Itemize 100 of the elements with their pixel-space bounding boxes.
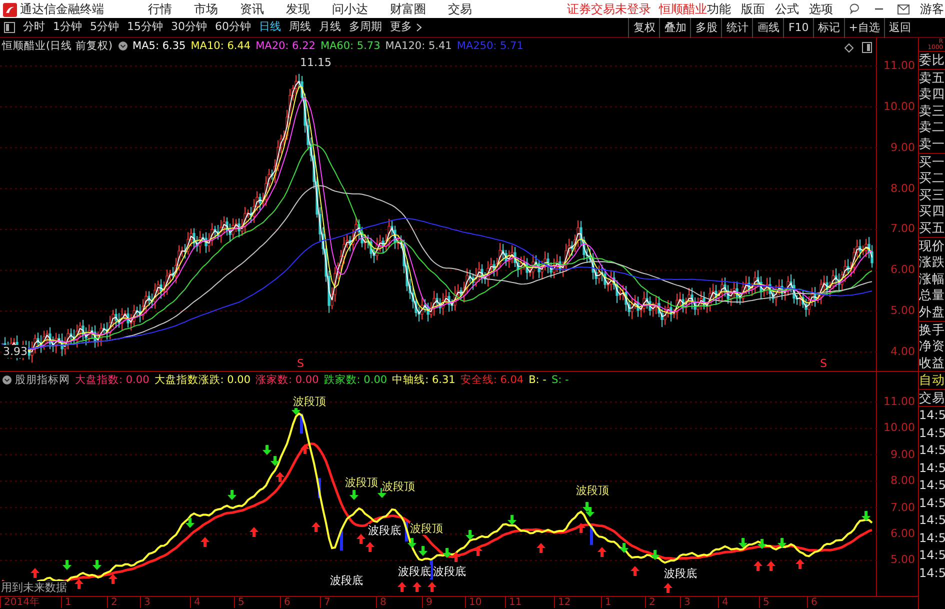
status-label[interactable]: 交易 — [919, 390, 945, 408]
period-tab[interactable]: 1分钟 — [49, 19, 86, 36]
period-tab[interactable]: 更多 — [386, 19, 416, 36]
indicator-value: 安全线: 6.04 — [460, 373, 524, 388]
toolbar-button[interactable]: F10 — [783, 18, 813, 38]
warning-label: 用到未来数据 — [1, 581, 67, 594]
low-price-label: 3.93 — [3, 345, 28, 358]
ma-value: MA60: 5.73 — [320, 39, 380, 54]
ma-value: MA120: 5.41 — [385, 39, 452, 54]
down-arrow-icon — [186, 518, 194, 528]
menu-item[interactable]: 市场 — [194, 0, 218, 18]
period-tab[interactable]: 15分钟 — [123, 19, 167, 36]
toolbar-button[interactable]: 画线 — [752, 18, 784, 38]
up-arrow-icon — [250, 527, 258, 537]
axis-label: 9.00 — [890, 142, 915, 154]
user-name[interactable]: 游客 — [920, 0, 944, 18]
date-label: 5 — [759, 597, 770, 608]
axis-label: 5.00 — [890, 554, 915, 566]
toolbar-button[interactable]: 统计 — [721, 18, 752, 38]
date-label: 2014年 — [0, 597, 40, 608]
high-price-label: 11.15 — [300, 56, 332, 69]
toolbar-button[interactable]: 标记 — [812, 18, 844, 38]
indicator-title: 股朋指标网 — [15, 373, 70, 388]
menu-item[interactable]: 问小达 — [332, 0, 368, 18]
indicator-value: 涨家数: 0.00 — [256, 373, 319, 388]
panel-icon[interactable] — [862, 42, 872, 54]
quote-field-label: 卖一 — [919, 136, 945, 153]
quote-field-label: 卖四 — [919, 86, 945, 103]
period-tab[interactable]: 多周期 — [345, 19, 386, 36]
toolbar-button[interactable]: +自选 — [844, 18, 884, 38]
down-arrow-icon — [620, 543, 628, 553]
up-arrow-icon — [108, 574, 118, 584]
toolbar-button[interactable]: 叠加 — [659, 18, 690, 38]
axis-label: 6.00 — [890, 528, 915, 540]
chevron-right-icon[interactable] — [416, 22, 422, 32]
toolbar-item[interactable]: 功能 — [707, 0, 731, 18]
period-tab[interactable]: 日线 — [255, 19, 285, 36]
trade-time: 14:5 — [919, 564, 945, 582]
trade-time: 14:5 — [919, 407, 945, 424]
toolbar-button[interactable]: 复权 — [628, 18, 660, 38]
up-arrow-icon — [300, 444, 310, 454]
menu-item[interactable]: 交易 — [448, 0, 472, 18]
date-label: 12 — [554, 597, 571, 608]
toolbar-item[interactable]: 版面 — [741, 0, 765, 18]
period-tab[interactable]: 60分钟 — [211, 19, 255, 36]
up-arrow-icon — [598, 547, 606, 557]
chat-icon[interactable] — [849, 3, 861, 15]
dropdown-icon[interactable] — [118, 41, 128, 52]
date-label: 7 — [320, 597, 330, 608]
down-arrow-icon — [62, 560, 72, 570]
wave-bottom-label: 波段底 — [330, 574, 363, 587]
date-label: 11 — [505, 597, 522, 608]
up-arrow-icon — [474, 546, 482, 556]
indicator-value: 大盘指数涨跌: 0.00 — [154, 373, 251, 388]
quote-field-label: 外盘 — [919, 304, 945, 320]
trade-time: 14:5 — [919, 460, 945, 477]
down-arrow-icon — [350, 490, 358, 500]
toolbar-button[interactable]: 返回 — [884, 18, 915, 38]
up-arrow-icon — [796, 559, 804, 569]
status-label[interactable]: 自动 — [919, 372, 945, 390]
period-tab[interactable]: 5分钟 — [86, 19, 123, 36]
up-arrow-icon — [536, 543, 546, 553]
mail-icon[interactable] — [897, 4, 910, 14]
trade-time: 14:5 — [919, 530, 945, 547]
dropdown-icon[interactable] — [2, 375, 12, 386]
menu-item[interactable]: 资讯 — [240, 0, 264, 18]
period-tab[interactable]: 30分钟 — [167, 19, 211, 36]
quote-field-label: 现价 — [919, 238, 945, 254]
wave-top-label: 波段顶 — [345, 476, 378, 489]
down-arrow-icon — [442, 548, 452, 558]
up-arrow-icon — [200, 537, 210, 547]
quote-field-label: 买三 — [919, 186, 945, 204]
panel-icon[interactable] — [4, 22, 15, 33]
toolbar-item[interactable]: 公式 — [775, 0, 799, 18]
indicator-value: 中轴线: 6.31 — [392, 373, 456, 388]
date-label: 3 — [140, 597, 150, 608]
down-arrow-icon — [862, 511, 870, 521]
toolbar-item[interactable]: 选项 — [809, 0, 833, 18]
menu-item[interactable]: 发现 — [286, 0, 310, 18]
ma-value: MA10: 6.44 — [190, 39, 251, 54]
quote-field-label: 买四 — [919, 203, 945, 220]
menu-item[interactable]: 行情 — [148, 0, 172, 18]
trade-time: 14:5 — [919, 494, 945, 512]
wave-top-label: 波段顶 — [410, 522, 443, 535]
quote-field-label: 总量 — [919, 287, 945, 304]
period-tab[interactable]: 月线 — [315, 19, 345, 36]
menu-item[interactable]: 财富圈 — [390, 0, 426, 18]
date-label: 6 — [807, 597, 818, 608]
axis-label: 4.00 — [890, 346, 915, 358]
date-label: 4 — [718, 597, 728, 608]
toolbar-button[interactable]: 多股 — [690, 18, 722, 38]
split-marker: S — [820, 357, 827, 370]
down-arrow-icon — [508, 515, 516, 525]
period-tab[interactable]: 周线 — [285, 19, 315, 36]
diamond-icon[interactable] — [844, 42, 854, 53]
period-tab[interactable]: 分时 — [19, 19, 49, 36]
down-arrow-icon — [778, 538, 786, 548]
trade-time: 14:5 — [919, 547, 945, 564]
app-title: 通达信金融终端 — [20, 1, 104, 18]
trade-time: 14:5 — [919, 424, 945, 442]
